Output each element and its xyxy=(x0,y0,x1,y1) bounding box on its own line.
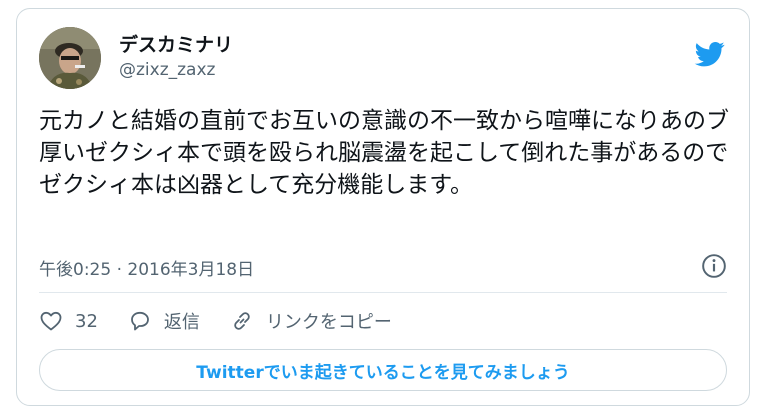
link-icon xyxy=(234,312,250,330)
display-name[interactable]: デスカミナリ xyxy=(119,33,233,57)
avatar-image xyxy=(39,27,101,89)
reply-icon xyxy=(131,311,149,331)
twitter-bird-icon[interactable] xyxy=(693,39,727,69)
heart-icon xyxy=(40,311,62,331)
tweet-timestamp[interactable]: 午後0:25 · 2016年3月18日 xyxy=(39,255,254,280)
like-button[interactable]: 32 xyxy=(39,309,98,333)
tweet-header: デスカミナリ @zixz_zaxz xyxy=(39,27,727,89)
reply-label: 返信 xyxy=(163,312,200,333)
copy-link-label: リンクをコピー xyxy=(265,312,392,333)
like-count: 32 xyxy=(75,310,98,332)
tweet-card: デスカミナリ @zixz_zaxz 元カノと結婚の直前でお互いの意識の不一致から… xyxy=(16,8,750,406)
divider xyxy=(39,292,727,293)
copy-link-button[interactable]: リンクをコピー xyxy=(230,308,392,334)
tweet-text: 元カノと結婚の直前でお互いの意識の不一致から喧嘩になりあのブ厚いゼクシィ本で頭を… xyxy=(39,108,729,198)
avatar[interactable] xyxy=(39,27,101,89)
tweet-meta: 午後0:25 · 2016年3月18日 xyxy=(39,253,727,281)
cta-button[interactable]: Twitterでいま起きていることを見てみましょう xyxy=(39,349,727,391)
user-handle[interactable]: @zixz_zaxz xyxy=(119,57,233,83)
tweet-actions: 32 返信 リンクをコピー xyxy=(39,303,727,339)
info-icon[interactable] xyxy=(701,253,727,279)
user-names: デスカミナリ @zixz_zaxz xyxy=(119,33,233,83)
reply-button[interactable]: 返信 xyxy=(128,308,200,334)
